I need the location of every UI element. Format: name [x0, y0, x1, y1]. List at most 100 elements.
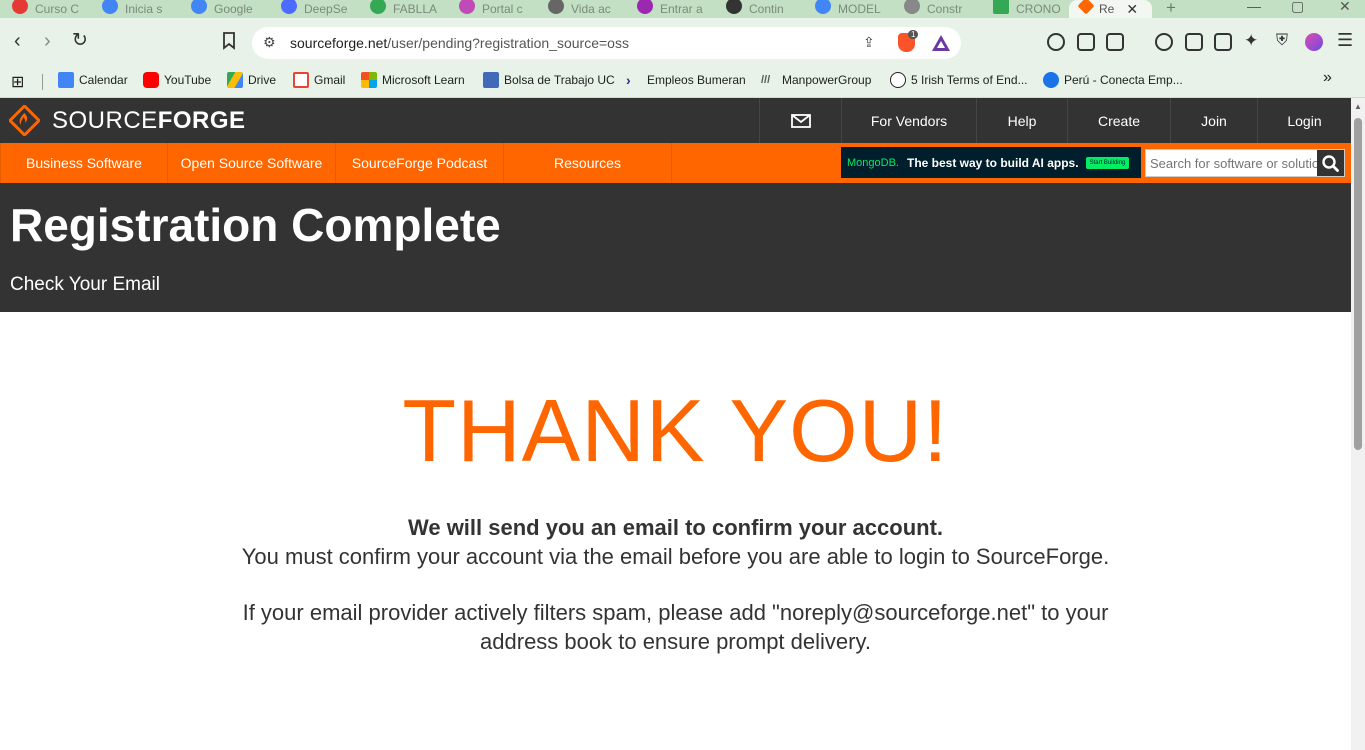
- shields-count-badge: 1: [908, 30, 919, 39]
- more-bookmarks-icon[interactable]: »: [1323, 69, 1332, 87]
- tab-title: Entrar a: [660, 2, 703, 16]
- url-text[interactable]: sourceforge.net/user/pending?registratio…: [290, 35, 629, 51]
- gmail-icon: [293, 72, 309, 88]
- close-window-icon[interactable]: ✕: [1339, 0, 1351, 15]
- drive-icon: [227, 72, 243, 88]
- sf-top-nav: SOURCEFORGE For Vendors Help Create Join…: [0, 98, 1351, 143]
- open-source-software-link[interactable]: Open Source Software: [168, 143, 336, 183]
- google-favicon-icon: [191, 0, 207, 14]
- drive-favicon-icon: [370, 0, 386, 14]
- tab-title: Contin: [749, 2, 784, 16]
- bookmark-label: Perú - Conecta Emp...: [1064, 73, 1183, 87]
- page-scrollbar[interactable]: ▲: [1351, 98, 1365, 750]
- browser-tab[interactable]: Entrar a: [637, 0, 715, 18]
- share-icon[interactable]: ⇪: [863, 34, 875, 51]
- close-tab-icon[interactable]: ✕: [1126, 1, 1138, 18]
- search-input[interactable]: [1146, 150, 1318, 176]
- thank-you-heading: THANK YOU!: [402, 381, 949, 480]
- bookmark-calendar[interactable]: Calendar: [58, 72, 128, 88]
- minimize-window-icon[interactable]: —: [1247, 0, 1261, 14]
- bookmark-bolsa-trabajo[interactable]: Bolsa de Trabajo UC: [483, 72, 615, 88]
- help-link[interactable]: Help: [976, 98, 1067, 143]
- login-link[interactable]: Login: [1257, 98, 1351, 143]
- mail-icon[interactable]: [759, 98, 841, 143]
- address-bar[interactable]: ⚙ sourceforge.net/user/pending?registrat…: [252, 27, 961, 59]
- brave-rewards-icon[interactable]: [931, 34, 951, 57]
- browser-tab-active[interactable]: Re ✕: [1069, 0, 1152, 18]
- site-info-icon[interactable]: ⚙: [263, 34, 276, 51]
- ad-text: The best way to build AI apps.: [906, 155, 1079, 170]
- brave-shields-icon[interactable]: 1: [898, 30, 919, 52]
- browser-tab[interactable]: Portal c: [459, 0, 537, 18]
- irish-terms-icon: [890, 72, 906, 88]
- scroll-up-icon[interactable]: ▲: [1354, 102, 1362, 111]
- join-link[interactable]: Join: [1170, 98, 1257, 143]
- sourceforge-logo-text[interactable]: SOURCEFORGE: [52, 107, 246, 135]
- scrollbar-thumb[interactable]: [1354, 118, 1362, 450]
- bookmark-bumeran[interactable]: › Empleos Bumeran: [626, 72, 746, 88]
- page-title: Registration Complete: [10, 199, 501, 251]
- tab-title: Re: [1099, 2, 1115, 16]
- browser-tab[interactable]: CRONO: [993, 0, 1063, 18]
- browser-tab[interactable]: Constr: [904, 0, 982, 18]
- bumeran-icon: ›: [626, 72, 631, 88]
- search-button[interactable]: [1317, 150, 1344, 176]
- bookmark-manpower[interactable]: /// ManpowerGroup: [761, 72, 871, 88]
- bookmark-irish-terms[interactable]: 5 Irish Terms of End...: [890, 72, 1028, 88]
- mongodb-ad-banner[interactable]: MongoDB. The best way to build AI apps. …: [841, 147, 1141, 178]
- bookmark-youtube[interactable]: YouTube: [143, 72, 211, 88]
- resources-link[interactable]: Resources: [504, 143, 672, 183]
- page-subtitle: Check Your Email: [10, 274, 160, 295]
- browser-tab[interactable]: Vida ac: [548, 0, 626, 18]
- tab-title: MODEL: [838, 2, 881, 16]
- bookmark-microsoft-learn[interactable]: Microsoft Learn: [361, 72, 465, 88]
- screenshot-icon[interactable]: [1106, 33, 1124, 51]
- deepseek-favicon-icon: [281, 0, 297, 14]
- new-tab-button[interactable]: +: [1166, 0, 1176, 18]
- sidebar-icon[interactable]: [1185, 33, 1203, 51]
- ad-cta-button[interactable]: Start Building: [1085, 156, 1130, 169]
- bookmark-label: Bolsa de Trabajo UC: [504, 73, 615, 87]
- menu-icon[interactable]: ☰: [1337, 30, 1353, 51]
- bookmark-drive[interactable]: Drive: [227, 72, 276, 88]
- create-link[interactable]: Create: [1067, 98, 1170, 143]
- extension-icon[interactable]: [1047, 33, 1065, 51]
- forward-arrow-icon[interactable]: ›: [44, 30, 51, 52]
- tab-title: Vida ac: [571, 2, 611, 16]
- sourceforge-podcast-link[interactable]: SourceForge Podcast: [336, 143, 504, 183]
- browser-tab[interactable]: Inicia s: [102, 0, 180, 18]
- continue-favicon-icon: [726, 0, 742, 14]
- url-host: sourceforge.net: [290, 35, 388, 51]
- extensions-puzzle-icon[interactable]: [1077, 33, 1095, 51]
- leo-icon[interactable]: [1155, 33, 1173, 51]
- wallet-icon[interactable]: [1214, 33, 1232, 51]
- tab-title: Google: [214, 2, 253, 16]
- browser-tab[interactable]: Contin: [726, 0, 804, 18]
- search-icon: [1322, 155, 1339, 172]
- page-title-band: Registration Complete Check Your Email: [0, 183, 1351, 312]
- back-arrow-icon[interactable]: ‹: [14, 30, 21, 52]
- bookmark-peru-conecta[interactable]: Perú - Conecta Emp...: [1043, 72, 1183, 88]
- bookmark-label: Microsoft Learn: [382, 73, 465, 87]
- profile-avatar[interactable]: [1305, 33, 1323, 51]
- calendar-icon: [58, 72, 74, 88]
- sheets-favicon-icon: [993, 0, 1009, 14]
- browser-tab[interactable]: FABLLA: [370, 0, 448, 18]
- for-vendors-link[interactable]: For Vendors: [841, 98, 976, 143]
- apps-grid-icon[interactable]: ⊞: [11, 72, 24, 92]
- business-software-link[interactable]: Business Software: [0, 143, 168, 183]
- browser-tab[interactable]: Curso C: [12, 0, 90, 18]
- bookmark-page-icon[interactable]: [222, 32, 236, 55]
- sparkle-icon[interactable]: ✦: [1244, 31, 1258, 51]
- docs-favicon-icon: [815, 0, 831, 14]
- tab-title: DeepSe: [304, 2, 348, 16]
- bookmark-label: YouTube: [164, 73, 212, 87]
- sourceforge-logo-icon[interactable]: [7, 103, 42, 138]
- browser-tab[interactable]: Google: [191, 0, 269, 18]
- maximize-window-icon[interactable]: ▢: [1291, 0, 1304, 15]
- browser-tab[interactable]: DeepSe: [281, 0, 359, 18]
- vpn-shield-icon[interactable]: ⛨: [1276, 32, 1288, 50]
- bookmark-gmail[interactable]: Gmail: [293, 72, 345, 88]
- browser-tab[interactable]: MODEL: [815, 0, 893, 18]
- reload-icon[interactable]: ↻: [72, 30, 88, 52]
